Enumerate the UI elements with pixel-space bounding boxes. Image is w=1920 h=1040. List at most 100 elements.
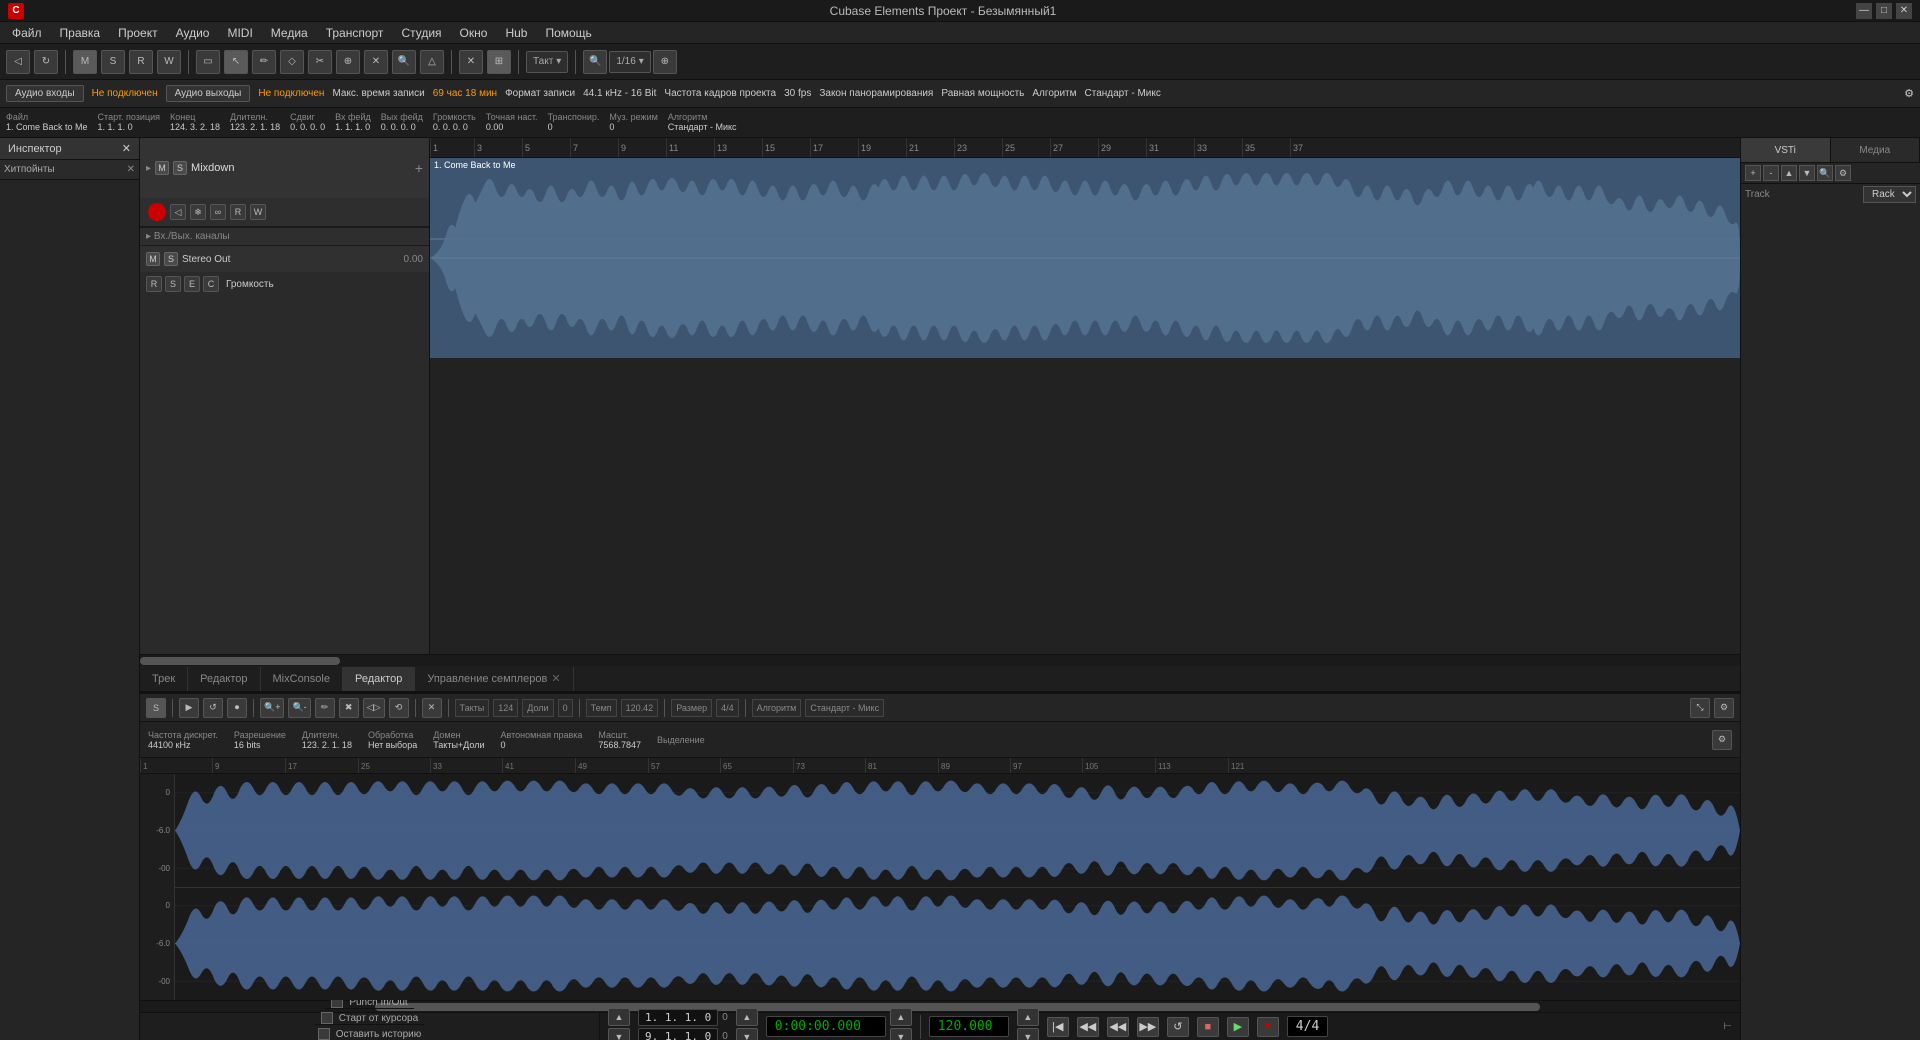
tool-zoom[interactable]: 🔍 xyxy=(392,50,416,74)
play-transport-btn[interactable]: ▶ xyxy=(1227,1017,1249,1037)
down-arrow-btn[interactable]: ▼ xyxy=(608,1028,630,1040)
track-add-icon[interactable]: + xyxy=(415,160,423,176)
io-mute-btn[interactable]: M xyxy=(146,252,160,266)
tab-vsti[interactable]: VSTi xyxy=(1741,138,1831,162)
punch-checkbox-2[interactable] xyxy=(321,1012,333,1024)
arrange-viewport[interactable]: 1 3 5 7 9 11 13 15 17 19 21 23 25 27 xyxy=(430,138,1740,654)
io-ctrl-r[interactable]: R xyxy=(146,276,162,292)
tool-draw[interactable]: ✏ xyxy=(252,50,276,74)
quantize-dropdown[interactable]: 1/16 ▾ xyxy=(609,51,651,73)
track-r-btn[interactable]: R xyxy=(230,204,246,220)
arrange-scrollbar[interactable] xyxy=(140,654,1740,666)
track-link-btn[interactable]: ∞ xyxy=(210,204,226,220)
bottom-waveform[interactable]: 0 -6.0 -00 0 -6.0 -00 Начало Фрагмента К… xyxy=(140,774,1740,1000)
track-mute-btn[interactable]: M xyxy=(155,161,169,175)
mode-w[interactable]: W xyxy=(157,50,181,74)
tool-select[interactable]: ▭ xyxy=(196,50,220,74)
settings-icon[interactable]: ⚙ xyxy=(1904,87,1914,100)
time-down-btn[interactable]: ▼ xyxy=(890,1028,912,1040)
cycle-btn[interactable]: ↺ xyxy=(1167,1017,1189,1037)
time-up-btn[interactable]: ▲ xyxy=(890,1008,912,1026)
tool-split[interactable]: ✂ xyxy=(308,50,332,74)
menu-file[interactable]: Файл xyxy=(4,24,50,42)
up-arrow-btn[interactable]: ▲ xyxy=(608,1008,630,1026)
right-remove-btn[interactable]: - xyxy=(1763,165,1779,181)
pos-counter-2[interactable]: 9. 1. 1. 0 xyxy=(638,1028,718,1040)
menu-midi[interactable]: MIDI xyxy=(219,24,260,42)
track-w-btn[interactable]: W xyxy=(250,204,266,220)
goto-start-btn[interactable]: |◀ xyxy=(1047,1017,1069,1037)
signature-counter[interactable]: 4/4 xyxy=(1287,1016,1328,1037)
menu-transport[interactable]: Транспорт xyxy=(318,24,392,42)
time-counter[interactable]: 0:00:00.000 xyxy=(766,1016,886,1037)
tab-mixconsole[interactable]: MixConsole xyxy=(261,667,343,691)
up-arrow-btn-2[interactable]: ▲ xyxy=(736,1008,758,1026)
settings-btn2[interactable]: ⚙ xyxy=(1714,698,1734,718)
mute-tool-btn[interactable]: ✖ xyxy=(339,698,359,718)
tab-sampler-close[interactable]: ✕ xyxy=(551,672,560,685)
hitpoints-close[interactable]: ✕ xyxy=(127,164,135,175)
expand-btn[interactable]: ⤡ xyxy=(1690,698,1710,718)
waveform-display[interactable]: Начало Фрагмента Конец Фрагмента xyxy=(175,774,1740,1000)
tempo-up-btn[interactable]: ▲ xyxy=(1017,1008,1039,1026)
tool-mute[interactable]: ✕ xyxy=(364,50,388,74)
record-transport-btn[interactable]: ⏺ xyxy=(1257,1017,1279,1037)
menu-hub[interactable]: Hub xyxy=(497,24,535,42)
quantize-search[interactable]: 🔍 xyxy=(583,50,607,74)
tool-cursor[interactable]: ↖ xyxy=(224,50,248,74)
zoom-out-btn[interactable]: 🔍- xyxy=(288,698,310,718)
menu-window[interactable]: Окно xyxy=(452,24,496,42)
window-controls[interactable]: — □ ✕ xyxy=(1856,3,1912,19)
track-monitor-btn[interactable]: ◁ xyxy=(170,204,186,220)
menu-studio[interactable]: Студия xyxy=(393,24,449,42)
tab-editor-1[interactable]: Редактор xyxy=(188,667,260,691)
right-settings-btn[interactable]: ⚙ xyxy=(1835,165,1851,181)
tool-erase[interactable]: ◇ xyxy=(280,50,304,74)
scrollbar-thumb-arrange[interactable] xyxy=(140,657,340,665)
play-btn[interactable]: ▶ xyxy=(179,698,199,718)
mode-s[interactable]: S xyxy=(101,50,125,74)
right-search-btn[interactable]: 🔍 xyxy=(1817,165,1833,181)
io-ctrl-s[interactable]: S xyxy=(165,276,181,292)
bi-settings[interactable]: ⚙ xyxy=(1712,730,1732,750)
pencil-btn[interactable]: ✏ xyxy=(315,698,335,718)
stop-btn[interactable]: ■ xyxy=(1197,1017,1219,1037)
forward-button[interactable]: ↻ xyxy=(34,50,58,74)
close-button[interactable]: ✕ xyxy=(1896,3,1912,19)
snap-btn[interactable]: ✕ xyxy=(422,698,442,718)
tab-track[interactable]: Трек xyxy=(140,667,188,691)
down-arrow-btn-2[interactable]: ▼ xyxy=(736,1028,758,1040)
tab-editor-2[interactable]: Редактор xyxy=(343,667,415,691)
tab-media[interactable]: Медиа xyxy=(1831,138,1920,162)
bottom-scroll-thumb[interactable] xyxy=(375,1003,1540,1011)
scrub-btn[interactable]: ◁▷ xyxy=(363,698,385,718)
minimize-button[interactable]: — xyxy=(1856,3,1872,19)
loop-tool-btn[interactable]: ⟲ xyxy=(389,698,409,718)
track-record-btn[interactable] xyxy=(148,203,166,221)
right-add-btn[interactable]: + xyxy=(1745,165,1761,181)
back-button[interactable]: ◁ xyxy=(6,50,30,74)
zoom-in-btn[interactable]: 🔍+ xyxy=(260,698,284,718)
io-solo-btn[interactable]: S xyxy=(164,252,178,266)
track-freeze-btn[interactable]: ❄ xyxy=(190,204,206,220)
io-ctrl-e[interactable]: E xyxy=(184,276,200,292)
rec-btn[interactable]: ⏺ xyxy=(227,698,247,718)
quantize-apply[interactable]: ⊕ xyxy=(653,50,677,74)
mode-r[interactable]: R xyxy=(129,50,153,74)
menu-media[interactable]: Медиа xyxy=(263,24,316,42)
menu-project[interactable]: Проект xyxy=(110,24,166,42)
menu-help[interactable]: Помощь xyxy=(537,24,599,42)
right-down-btn[interactable]: ▼ xyxy=(1799,165,1815,181)
track-expand-arrow[interactable]: ▸ xyxy=(146,163,151,174)
pos-counter-1[interactable]: 1. 1. 1. 0 xyxy=(638,1009,718,1026)
menu-edit[interactable]: Правка xyxy=(52,24,109,42)
fast-forward-btn[interactable]: ▶▶ xyxy=(1137,1017,1159,1037)
right-up-btn[interactable]: ▲ xyxy=(1781,165,1797,181)
rewind-btn[interactable]: ◀◀ xyxy=(1107,1017,1129,1037)
punch-checkbox-3[interactable] xyxy=(318,1028,330,1040)
goto-end-btn[interactable]: ◀◀ xyxy=(1077,1017,1099,1037)
tempo-counter[interactable]: 120.000 xyxy=(929,1016,1009,1037)
audio-in-btn[interactable]: Аудио входы xyxy=(6,85,84,102)
audio-out-btn[interactable]: Аудио выходы xyxy=(166,85,251,102)
maximize-button[interactable]: □ xyxy=(1876,3,1892,19)
